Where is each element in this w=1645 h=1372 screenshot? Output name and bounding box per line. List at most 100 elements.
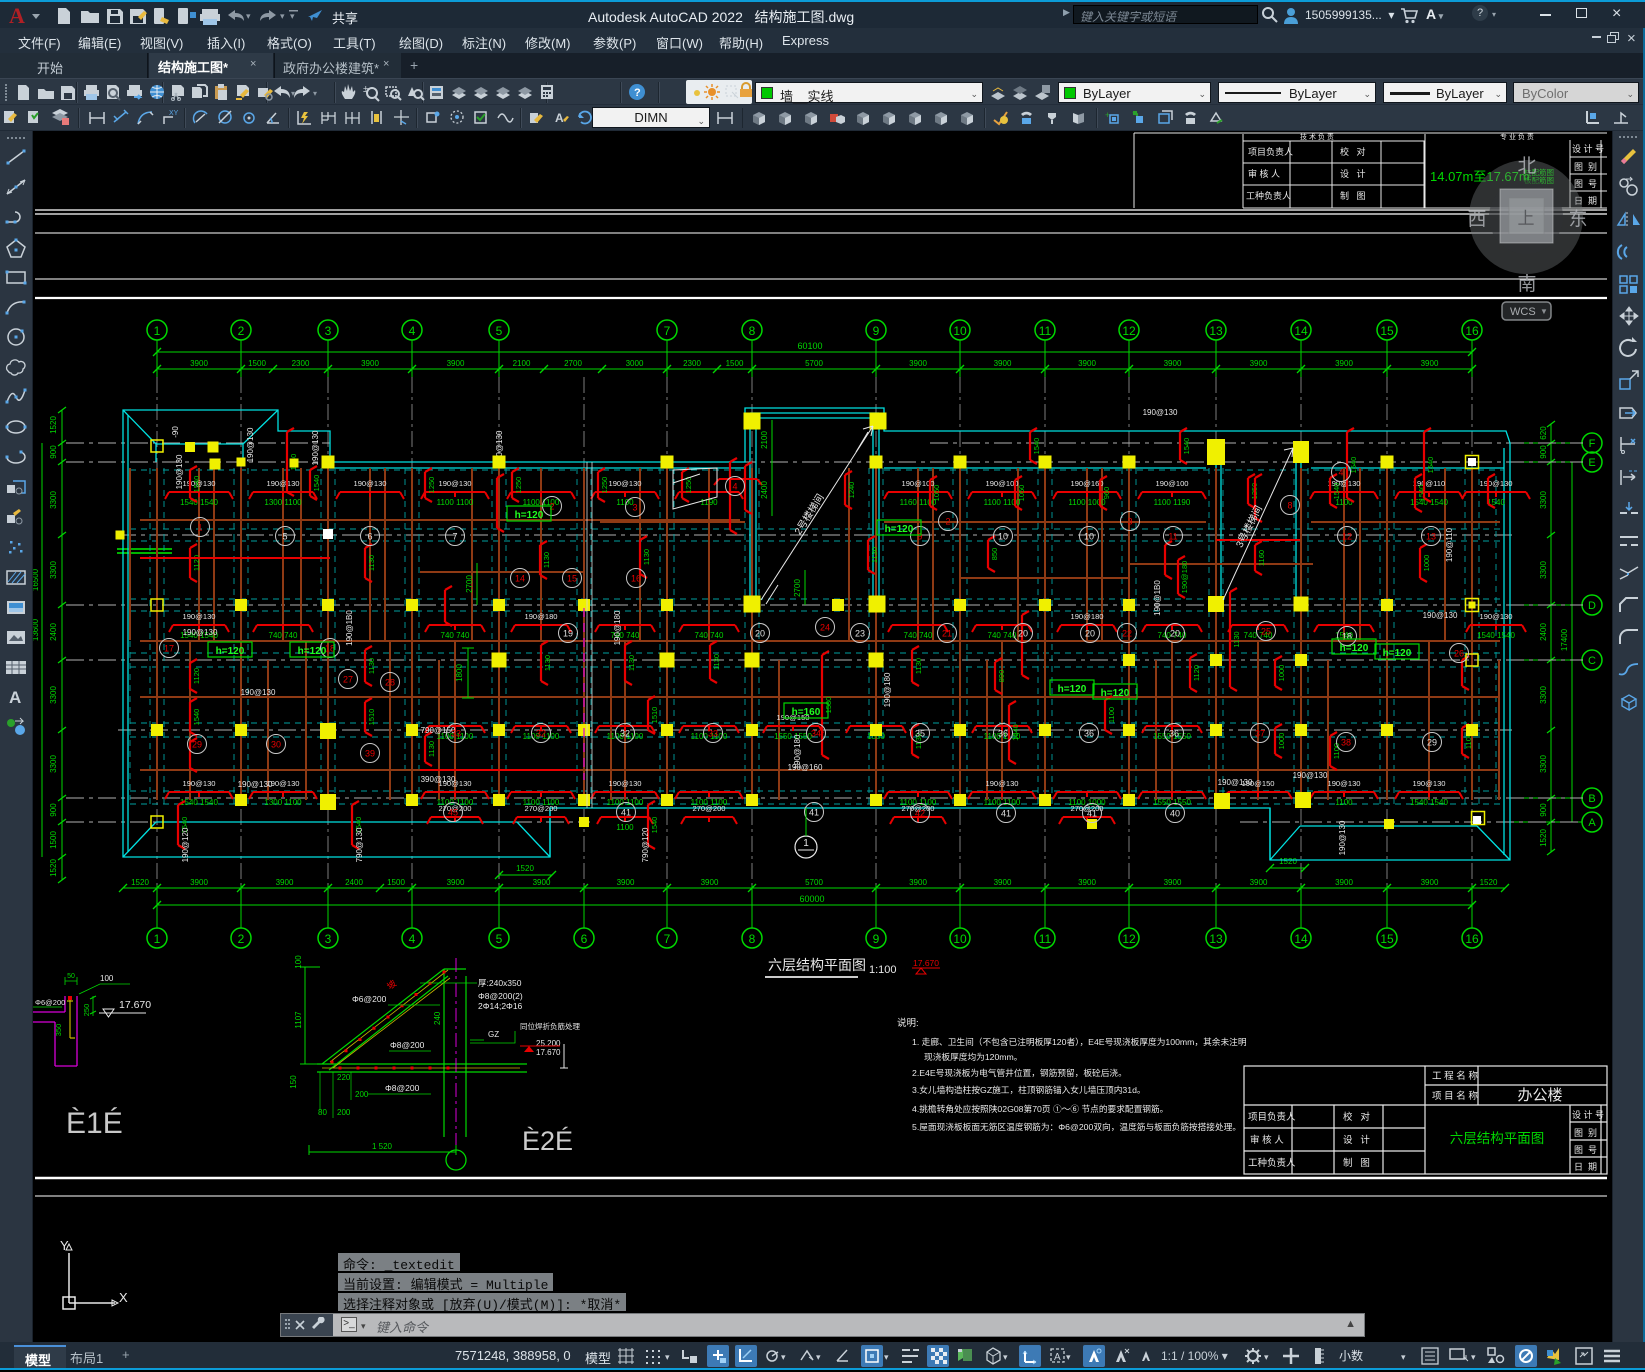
svg-text:h=120: h=120 [1340,643,1369,654]
svg-text:1540: 1540 [1032,438,1041,455]
svg-text:790@130: 790@130 [355,827,364,862]
svg-text:六层结构平面图: 六层结构平面图 [1450,1131,1545,1146]
svg-text:33: 33 [708,729,718,739]
svg-text:18: 18 [1342,632,1352,642]
svg-text:1120: 1120 [192,668,201,684]
svg-text:Y: Y [60,1238,69,1253]
svg-text:3900: 3900 [361,359,379,368]
svg-text:8: 8 [749,324,756,338]
svg-text:24: 24 [820,623,830,633]
svg-text:13600: 13600 [33,618,40,641]
svg-text:190@130: 190@130 [175,454,184,489]
svg-text:34: 34 [811,729,821,739]
svg-text:1100: 1100 [1335,798,1353,807]
svg-text:6: 6 [581,932,588,946]
svg-text:校 对: 校 对 [1343,1111,1370,1123]
svg-text:240: 240 [433,1011,442,1025]
svg-text:Φ8@200(2): Φ8@200(2) [478,991,523,1001]
svg-text:900: 900 [1539,445,1548,459]
svg-text:3300: 3300 [49,755,58,773]
svg-text:▾: ▾ [1066,1352,1071,1362]
svg-text:16500: 16500 [33,568,40,591]
svg-text:60100: 60100 [797,341,822,351]
svg-text:专 业 负 责: 专 业 负 责 [1500,132,1534,141]
svg-text:190@130: 190@130 [183,628,218,637]
svg-text:10: 10 [1084,532,1094,542]
svg-text:620: 620 [1539,426,1548,440]
svg-text:1500: 1500 [248,359,266,368]
svg-text:2400: 2400 [49,623,58,641]
svg-text:8: 8 [749,932,756,946]
svg-text:▾: ▾ [781,1352,786,1362]
svg-text:13: 13 [1426,532,1436,542]
svg-text:20: 20 [755,629,765,639]
svg-text:190@130: 190@130 [1293,771,1328,780]
svg-text:1540: 1540 [1182,438,1191,455]
svg-text:3900: 3900 [909,359,927,368]
svg-text:8: 8 [1287,501,1292,511]
svg-text:190@100: 190@100 [1155,479,1188,488]
svg-text:h=120: h=120 [1101,688,1130,699]
svg-text:3.女儿墙构造柱按GZ施工，柱顶钢筋锚入女儿墙压顶内31d。: 3.女儿墙构造柱按GZ施工，柱顶钢筋锚入女儿墙压顶内31d。 [912,1084,1146,1095]
svg-text:1130: 1130 [914,658,923,674]
svg-text:1500: 1500 [726,359,744,368]
svg-text:▾: ▾ [290,11,295,21]
svg-text:190@130: 190@130 [608,779,641,788]
svg-text:1130: 1130 [427,741,436,757]
svg-text:190@130: 190@130 [1338,820,1347,855]
svg-text:190@130: 190@130 [266,479,299,488]
svg-text:工种负责人: 工种负责人 [1248,1157,1296,1169]
svg-text:32: 32 [536,729,546,739]
svg-text:校 对: 校 对 [1340,146,1366,157]
svg-text:900: 900 [49,445,58,459]
svg-text:5700: 5700 [805,359,823,368]
svg-text:3900: 3900 [1335,359,1353,368]
svg-text:1100: 1100 [1107,707,1116,723]
svg-text:270@200: 270@200 [524,804,557,813]
svg-text:说明:: 说明: [897,1017,919,1029]
svg-text:1540: 1540 [192,476,201,493]
svg-text:11: 11 [1039,932,1052,946]
svg-text:3900: 3900 [1421,878,1439,887]
svg-text:1160: 1160 [1257,550,1266,566]
svg-text:15: 15 [567,574,577,584]
svg-text:1520: 1520 [1279,857,1297,866]
svg-text:29: 29 [1427,738,1437,748]
svg-text:▾: ▾ [665,1352,670,1362]
svg-text:技 术 负 责: 技 术 负 责 [1300,132,1334,141]
svg-text:1100: 1100 [616,823,634,832]
svg-text:1540: 1540 [650,817,659,834]
svg-text:14: 14 [1294,932,1308,946]
svg-text:3300: 3300 [1539,491,1548,509]
svg-text:10: 10 [953,324,967,338]
svg-text:190@130: 190@130 [985,779,1018,788]
svg-text:3900: 3900 [276,878,294,887]
svg-text:1240: 1240 [847,482,856,499]
svg-text:190@160: 190@160 [1070,479,1103,488]
svg-text:20: 20 [1085,629,1095,639]
svg-text:28: 28 [385,678,395,688]
svg-text:3900: 3900 [1164,878,1182,887]
svg-text:4: 4 [1338,468,1343,478]
svg-text:190@130: 190@130 [1218,778,1253,787]
svg-text:3900: 3900 [533,878,551,887]
svg-text:▾: ▾ [1471,1352,1476,1362]
svg-text:1100 1100: 1100 1100 [984,798,1021,807]
svg-text:10: 10 [953,932,967,946]
svg-text:14: 14 [515,574,525,584]
svg-text:h=120: h=120 [216,646,245,657]
svg-text:上: 上 [1518,209,1535,228]
svg-text:190@180: 190@180 [883,672,892,707]
svg-text:1540 1540: 1540 1540 [180,498,218,507]
svg-text:7: 7 [452,532,457,542]
svg-text:图 号: 图 号 [1574,179,1597,189]
svg-text:1520: 1520 [516,864,534,873]
svg-text:1050: 1050 [1017,485,1026,502]
svg-text:北: 北 [1517,155,1536,177]
svg-text:h=120: h=120 [1383,648,1412,659]
svg-text:3900: 3900 [1078,878,1096,887]
svg-text:1250: 1250 [600,477,609,494]
svg-text:2100: 2100 [513,359,531,368]
svg-text:190@180: 190@180 [613,610,622,645]
svg-text:▾: ▾ [1003,1352,1008,1362]
